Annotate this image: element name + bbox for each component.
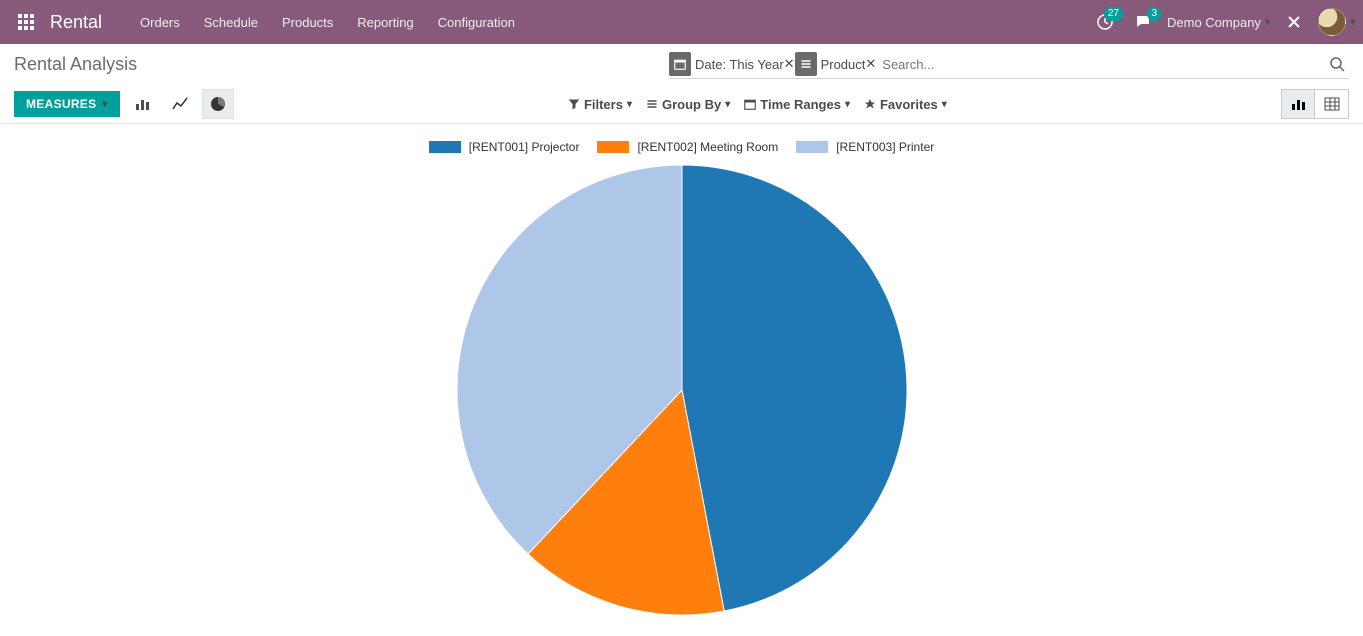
groupby-dropdown[interactable]: Group By ▾: [646, 97, 730, 112]
graph-view-button[interactable]: [1281, 89, 1315, 119]
funnel-icon: [568, 98, 580, 110]
bar-chart-button[interactable]: [126, 89, 158, 119]
pie-chart: [452, 160, 912, 620]
pie-chart-icon: [210, 96, 226, 112]
facet-label: Date: This Year: [695, 57, 784, 72]
pivot-view-button[interactable]: [1315, 89, 1349, 119]
facet-label: Product: [821, 57, 866, 72]
pie-slice[interactable]: [682, 165, 907, 611]
legend-item[interactable]: [RENT002] Meeting Room: [597, 140, 778, 154]
legend-label: [RENT002] Meeting Room: [637, 140, 778, 154]
facet-remove-icon[interactable]: ✕: [784, 56, 795, 72]
measures-label: MEASURES: [26, 97, 96, 111]
calendar-icon: [669, 52, 691, 76]
app-brand[interactable]: Rental: [50, 12, 102, 33]
table-icon: [1324, 96, 1340, 112]
view-switcher: [1281, 89, 1349, 119]
chart-toolbar: MEASURES ▾: [14, 89, 234, 119]
list-icon: [646, 98, 658, 110]
top-navbar: Rental Orders Schedule Products Reportin…: [0, 0, 1363, 44]
legend-swatch: [597, 141, 629, 153]
legend-item[interactable]: [RENT001] Projector: [429, 140, 580, 154]
pie-chart-button[interactable]: [202, 89, 234, 119]
bar-chart-icon: [1290, 96, 1306, 112]
systray: 27 3 Demo Company ▾ ▾: [1091, 8, 1355, 36]
user-menu[interactable]: ▾: [1318, 8, 1355, 36]
facet-remove-icon[interactable]: ✕: [865, 56, 876, 72]
menu-orders[interactable]: Orders: [128, 3, 192, 42]
chevron-down-icon: ▾: [627, 99, 632, 110]
chevron-down-icon: ▾: [1265, 17, 1270, 28]
filters-dropdown[interactable]: Filters ▾: [568, 97, 632, 112]
line-chart-icon: [172, 96, 188, 112]
activities-button[interactable]: 27: [1091, 10, 1119, 34]
favorites-dropdown[interactable]: Favorites ▾: [864, 97, 947, 112]
chevron-down-icon: ▾: [845, 99, 850, 110]
timeranges-dropdown[interactable]: Time Ranges ▾: [744, 97, 850, 112]
search-facet-date[interactable]: Date: This Year ✕: [669, 52, 795, 76]
legend-swatch: [796, 141, 828, 153]
activities-count: 27: [1104, 7, 1123, 21]
company-switcher[interactable]: Demo Company ▾: [1167, 15, 1270, 30]
calendar-icon: [744, 98, 756, 110]
legend-swatch: [429, 141, 461, 153]
menu-reporting[interactable]: Reporting: [345, 3, 425, 42]
messages-count: 3: [1147, 7, 1161, 21]
chart-legend: [RENT001] Projector [RENT002] Meeting Roo…: [429, 140, 935, 154]
list-icon: [795, 52, 817, 76]
star-icon: [864, 98, 876, 110]
menu-schedule[interactable]: Schedule: [192, 3, 270, 42]
menu-products[interactable]: Products: [270, 3, 345, 42]
messages-button[interactable]: 3: [1129, 10, 1157, 34]
chevron-down-icon: ▾: [1350, 17, 1355, 28]
company-name: Demo Company: [1167, 15, 1261, 30]
legend-label: [RENT001] Projector: [469, 140, 580, 154]
main-menu: Orders Schedule Products Reporting Confi…: [128, 3, 527, 42]
legend-label: [RENT003] Printer: [836, 140, 934, 154]
chevron-down-icon: ▾: [725, 99, 730, 110]
grid-icon: [18, 14, 34, 30]
legend-item[interactable]: [RENT003] Printer: [796, 140, 934, 154]
debug-button[interactable]: [1280, 10, 1308, 34]
avatar: [1318, 8, 1346, 36]
control-panel: Rental Analysis Date: This Year ✕ Produc…: [0, 44, 1363, 124]
page-title: Rental Analysis: [14, 52, 137, 75]
search-icon[interactable]: [1325, 54, 1349, 74]
line-chart-button[interactable]: [164, 89, 196, 119]
filter-bar: Filters ▾ Group By ▾ Time Ranges ▾ Favor…: [568, 97, 947, 112]
apps-menu-icon[interactable]: [8, 8, 44, 36]
search-facet-product[interactable]: Product ✕: [795, 52, 877, 76]
search-input[interactable]: [876, 53, 1325, 76]
bar-chart-icon: [134, 96, 150, 112]
search-view: Date: This Year ✕ Product ✕: [669, 52, 1349, 79]
chevron-down-icon: ▾: [942, 99, 947, 110]
chevron-down-icon: ▾: [102, 99, 107, 110]
close-x-icon: [1286, 14, 1302, 30]
chart-area: [RENT001] Projector [RENT002] Meeting Roo…: [0, 124, 1363, 636]
menu-configuration[interactable]: Configuration: [426, 3, 527, 42]
measures-button[interactable]: MEASURES ▾: [14, 91, 120, 117]
